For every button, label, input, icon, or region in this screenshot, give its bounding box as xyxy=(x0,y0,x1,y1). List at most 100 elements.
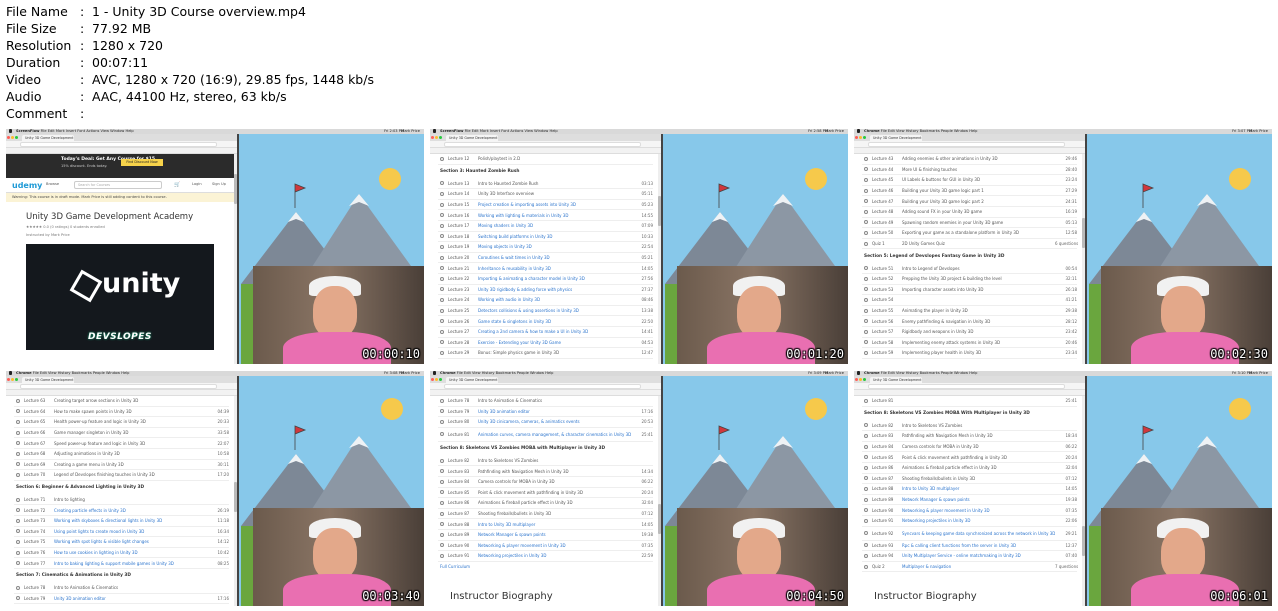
lecture-row[interactable]: Lecture 84 Camera controls for MOBA in Un… xyxy=(862,442,1077,453)
lecture-title[interactable]: Working with lighting & materials in Uni… xyxy=(478,213,631,218)
lecture-row[interactable]: Lecture 55 Animating the player in Unity … xyxy=(862,306,1077,317)
lecture-row[interactable]: Lecture 76 How to use cookies in lighting… xyxy=(14,548,229,559)
lecture-row[interactable]: Lecture 86 Animations & fireball particle… xyxy=(862,463,1077,474)
lecture-row[interactable]: Lecture 88 Intro to Unity 3D multiplayer 1… xyxy=(438,519,653,530)
lecture-row[interactable]: Lecture 65 Health power-up feature and lo… xyxy=(14,417,229,428)
lecture-row[interactable]: Lecture 85 Point & click movement with pa… xyxy=(862,452,1077,463)
lecture-row[interactable]: Lecture 45 UI Labels & buttons for GUI in… xyxy=(862,175,1077,186)
video-thumbnail[interactable]: Chrome File Edit View History Bookmarks … xyxy=(430,371,848,606)
lecture-row[interactable]: Lecture 20 Coroutines & wait times in Uni… xyxy=(438,253,653,264)
lecture-row[interactable]: Lecture 90 Networking & player movement i… xyxy=(438,541,653,552)
lecture-row[interactable]: Lecture 83 Pathfinding with Navigation Me… xyxy=(862,431,1077,442)
lecture-title[interactable]: Game state & singletons in Unity 3D xyxy=(478,319,631,324)
lecture-row[interactable]: Lecture 72 Creating particle effects in U… xyxy=(14,505,229,516)
lecture-row[interactable]: Lecture 66 Game manager singleton in Unit… xyxy=(14,428,229,439)
lecture-title[interactable]: Moving shaders in Unity 3D xyxy=(478,223,631,228)
lecture-row[interactable]: Lecture 49 Spawning random enemies in you… xyxy=(862,218,1077,229)
lecture-row[interactable]: Lecture 80 Unity 3D cinicamera, cameras, … xyxy=(438,417,653,428)
lecture-title[interactable]: Using point lights to create mood in Uni… xyxy=(54,529,207,534)
window-control-icon[interactable] xyxy=(15,378,18,381)
lecture-title[interactable]: Detectors collisions & using assertions … xyxy=(478,308,631,313)
window-control-icon[interactable] xyxy=(11,378,14,381)
lecture-row[interactable]: Lecture 79 Unity 3D animation editor 17:16 xyxy=(438,407,653,418)
lecture-row[interactable]: Lecture 18 Switching build platforms in U… xyxy=(438,232,653,243)
lecture-row[interactable]: Lecture 78 Intro to Animation & Cinematic… xyxy=(14,583,229,594)
login-link[interactable]: Login xyxy=(192,182,202,186)
address-bar[interactable] xyxy=(444,384,641,389)
window-control-icon[interactable] xyxy=(435,378,438,381)
lecture-row[interactable]: Lecture 23 Unity 3D rigidbody & adding fo… xyxy=(438,285,653,296)
course-preview-video[interactable]: unity DEVSLOPES xyxy=(26,244,214,350)
lecture-row[interactable]: Lecture 58 Implementing enemy attack syst… xyxy=(862,338,1077,349)
lecture-title[interactable]: Working with spot lights & visible light… xyxy=(54,539,207,544)
lecture-row[interactable]: Lecture 90 Networking & player movement i… xyxy=(862,505,1077,516)
scrollbar-thumb[interactable] xyxy=(234,174,237,204)
lecture-row[interactable]: Lecture 46 Building your Unity 3D game lo… xyxy=(862,186,1077,197)
lecture-row[interactable]: Lecture 59 Implementing player health in … xyxy=(862,348,1077,359)
lecture-title[interactable]: Networking & player movement in Unity 3D xyxy=(902,508,1055,513)
lecture-row[interactable]: Lecture 75 Working with spot lights & vis… xyxy=(14,537,229,548)
lecture-row[interactable]: Lecture 12 Polish/playtest in 2.D xyxy=(438,154,653,165)
scrollbar-thumb[interactable] xyxy=(234,482,237,512)
lecture-row[interactable]: Lecture 82 Intro to Skeletons VS Zombies xyxy=(438,456,653,467)
window-control-icon[interactable] xyxy=(439,136,442,139)
lecture-row[interactable]: Lecture 79 Unity 3D animation editor 17:16 xyxy=(14,594,229,605)
window-control-icon[interactable] xyxy=(863,378,866,381)
lecture-row[interactable]: Lecture 71 Intro to lighting xyxy=(14,495,229,506)
lecture-title[interactable]: Networking projectiles in Unity 3D xyxy=(902,518,1055,523)
lecture-row[interactable]: Lecture 82 Intro to Skeletons VS Zombies xyxy=(862,421,1077,432)
lecture-row[interactable]: Lecture 83 Pathfinding with Navigation Me… xyxy=(438,466,653,477)
lecture-row[interactable]: Lecture 91 Networking projectiles in Unit… xyxy=(862,516,1077,527)
lecture-title[interactable]: Unity 3D animation editor xyxy=(54,596,207,601)
scrollbar-thumb[interactable] xyxy=(658,196,661,226)
lecture-row[interactable]: Lecture 64 How to make spawn points in Un… xyxy=(14,407,229,418)
scrollbar[interactable] xyxy=(658,396,661,606)
lecture-title[interactable]: Intro to baking lighting & support mobil… xyxy=(54,561,207,566)
lecture-title[interactable]: Unity Multiplayer Service - online match… xyxy=(902,553,1055,558)
lecture-title[interactable]: Switching build platforms in Unity 3D xyxy=(478,234,631,239)
lecture-title[interactable]: Unity 3D animation editor xyxy=(478,409,631,414)
window-control-icon[interactable] xyxy=(11,136,14,139)
scrollbar[interactable] xyxy=(1082,396,1085,606)
lecture-title[interactable]: Networking & player movement in Unity 3D xyxy=(478,543,631,548)
scrollbar[interactable] xyxy=(234,154,237,364)
full-curriculum-link[interactable]: Full Curriculum xyxy=(438,562,653,572)
lecture-row[interactable]: Lecture 15 Project creation & importing a… xyxy=(438,200,653,211)
lecture-title[interactable]: Exercise - Extending your Unity 3D Game xyxy=(478,340,631,345)
lecture-row[interactable]: Lecture 89 Network Manager & spawn points… xyxy=(438,530,653,541)
lecture-title[interactable]: Importing & animating a character model … xyxy=(478,276,631,281)
lecture-row[interactable]: Quiz 2 Multiplayer & navigation 7 question… xyxy=(862,562,1078,573)
lecture-title[interactable]: Unity 3D cinicamera, cameras, & animatic… xyxy=(478,419,631,424)
signup-link[interactable]: Sign Up xyxy=(212,182,226,186)
lecture-title[interactable]: Syncvars & keeping game data synchronize… xyxy=(902,531,1055,536)
lecture-row[interactable]: Lecture 26 Game state & singletons in Uni… xyxy=(438,316,653,327)
scrollbar-thumb[interactable] xyxy=(1082,526,1085,556)
lecture-row[interactable]: Lecture 77 Intro to baking lighting & sup… xyxy=(14,558,229,569)
lecture-row[interactable]: Lecture 50 Exporting your game as a stand… xyxy=(862,228,1077,239)
lecture-title[interactable]: Intro to Unity 3D multiplayer xyxy=(902,486,1055,491)
video-thumbnail[interactable]: ScreenFlow File Edit Mark Insert Font Ac… xyxy=(430,129,848,364)
lecture-title[interactable]: Network Manager & spawn points xyxy=(478,532,631,537)
window-control-icon[interactable] xyxy=(15,136,18,139)
address-bar[interactable] xyxy=(20,384,217,389)
lecture-title[interactable]: Moving objects in Unity 3D xyxy=(478,244,631,249)
lecture-title[interactable]: Animation curves, camera management, & c… xyxy=(478,432,631,437)
lecture-row[interactable]: Lecture 81 Animation curves, camera manag… xyxy=(438,428,653,442)
lecture-row[interactable]: Lecture 70 Legend of Devslopes finishing … xyxy=(14,470,229,481)
lecture-title[interactable]: Multiplayer & navigation xyxy=(902,564,1055,569)
lecture-title[interactable]: Inheritance & reusability in Unity 3D xyxy=(478,266,631,271)
lecture-row[interactable]: Lecture 73 Working with skyboxes & direct… xyxy=(14,516,229,527)
lecture-row[interactable]: Lecture 19 Moving objects in Unity 3D 22:5… xyxy=(438,242,653,253)
lecture-row[interactable]: Lecture 44 More UI & finishing touches 28:… xyxy=(862,165,1077,176)
window-control-icon[interactable] xyxy=(7,378,10,381)
lecture-title[interactable]: Networking projectiles in Unity 3D xyxy=(478,553,631,558)
browse-menu[interactable]: Browse xyxy=(46,182,59,186)
lecture-row[interactable]: Lecture 16 Working with lighting & materi… xyxy=(438,210,653,221)
lecture-row[interactable]: Lecture 63 Creating target arrow sections… xyxy=(14,396,229,407)
lecture-row[interactable]: Lecture 25 Detectors collisions & using a… xyxy=(438,306,653,317)
window-control-icon[interactable] xyxy=(439,378,442,381)
lecture-row[interactable]: Lecture 54 41:21 xyxy=(862,295,1077,306)
lecture-row[interactable]: Lecture 24 Working with audio in Unity 3D… xyxy=(438,295,653,306)
lecture-row[interactable]: Lecture 48 Adding sound FX in your Unity … xyxy=(862,207,1077,218)
window-control-icon[interactable] xyxy=(855,136,858,139)
